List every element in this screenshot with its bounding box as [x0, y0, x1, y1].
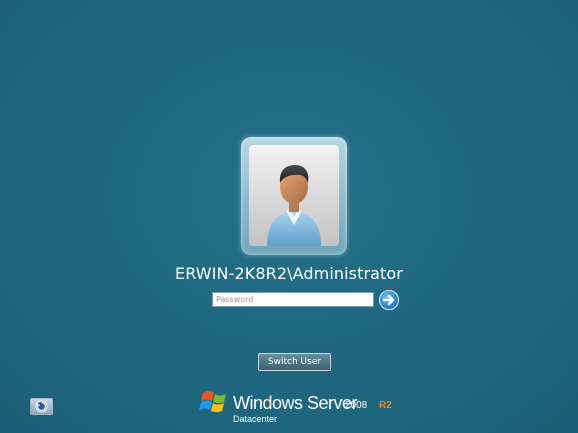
ease-of-access-icon[interactable]	[30, 398, 53, 415]
user-avatar-icon	[249, 145, 339, 246]
windows-server-branding: Windows Server 2008 R2 Datacenter	[199, 387, 409, 427]
product-edition: Datacenter	[233, 414, 278, 424]
windows-flag-icon	[199, 391, 226, 413]
user-tile[interactable]	[241, 137, 347, 255]
product-name: Windows Server	[233, 393, 358, 413]
product-version: 2008	[345, 400, 368, 411]
switch-user-button[interactable]: Switch User	[258, 353, 331, 371]
product-release: R2	[379, 400, 392, 411]
username-label: ERWIN-2K8R2\Administrator	[175, 264, 403, 283]
logon-screen: ERWIN-2K8R2\Administrator Switch User Wi…	[0, 0, 578, 433]
arrow-right-icon[interactable]	[379, 290, 399, 310]
password-field[interactable]	[212, 292, 374, 307]
